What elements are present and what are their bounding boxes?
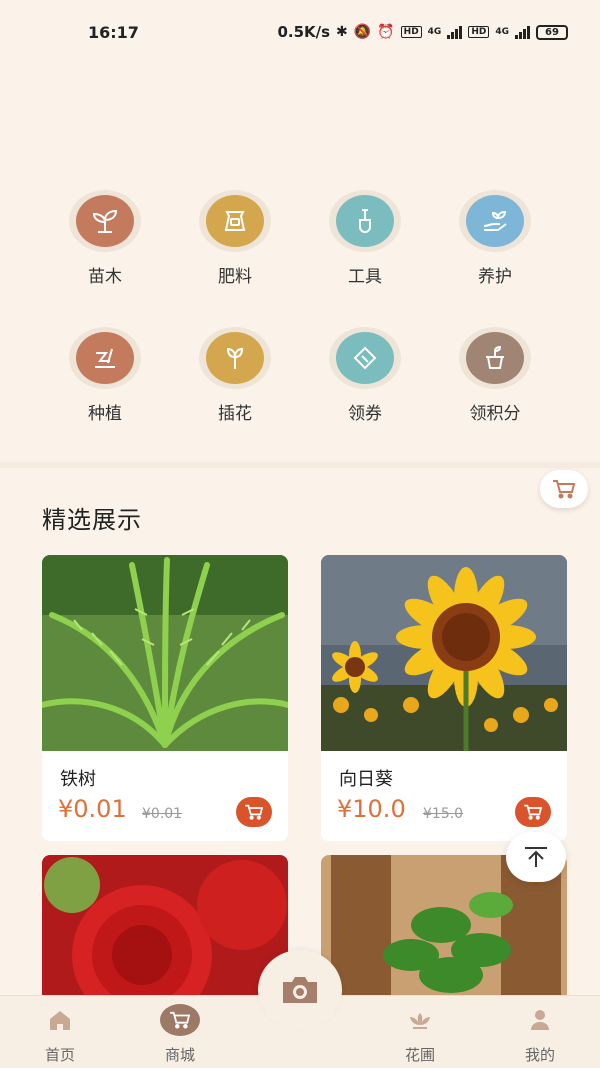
category-seedlings[interactable]: 苗木	[40, 190, 170, 287]
cart-icon	[553, 480, 576, 499]
product-image-cycad	[42, 555, 288, 751]
bluetooth-icon: ✱	[336, 24, 348, 40]
product-name: 铁树	[60, 769, 96, 790]
tab-mine[interactable]: 我的	[500, 1004, 580, 1065]
lotus-icon	[410, 1013, 430, 1029]
category-label: 养护	[478, 267, 512, 287]
add-to-cart-button[interactable]	[515, 797, 551, 827]
category-care[interactable]: 养护	[430, 190, 560, 287]
status-bar: 16:17 0.5K/s ✱ 🔕 ⏰ HD 4G HD 4G 69	[0, 0, 600, 64]
category-points[interactable]: 领积分	[430, 327, 560, 424]
product-price: ¥0.01	[58, 795, 127, 823]
pot-icon	[466, 332, 524, 384]
product-card[interactable]: 铁树 ¥0.01 ¥0.01	[42, 555, 288, 841]
seedling-icon	[76, 195, 134, 247]
hd-badge-2: HD	[468, 26, 490, 38]
signal-icon	[447, 25, 463, 39]
section-title: 精选展示	[42, 506, 142, 534]
back-to-top-button[interactable]	[506, 832, 566, 882]
category-grid: 苗木 肥料 工具 养护 种植 插花 领券 领积分	[40, 190, 560, 424]
product-price: ¥10.0	[337, 795, 406, 823]
fertilizer-bag-icon	[206, 195, 264, 247]
signal-icon-2	[515, 25, 530, 39]
tab-label: 花圃	[404, 1046, 435, 1064]
user-icon	[531, 1010, 549, 1030]
category-tools[interactable]: 工具	[300, 190, 430, 287]
mute-icon: 🔕	[353, 24, 372, 40]
camera-button[interactable]	[258, 950, 342, 1030]
category-label: 肥料	[218, 267, 252, 287]
tab-label: 首页	[44, 1046, 75, 1064]
category-coupons[interactable]: 领券	[300, 327, 430, 424]
category-label: 领券	[348, 404, 382, 424]
category-label: 插花	[218, 404, 252, 424]
tab-home[interactable]: 首页	[20, 1004, 100, 1065]
section-divider	[0, 462, 600, 468]
status-time: 16:17	[88, 22, 139, 42]
category-fertilizer[interactable]: 肥料	[170, 190, 300, 287]
product-name: 向日葵	[339, 769, 393, 790]
product-original-price: ¥15.0	[423, 806, 464, 822]
planting-icon	[76, 332, 134, 384]
product-image-rose	[42, 855, 288, 995]
home-icon	[50, 1011, 70, 1030]
battery-icon: 69	[536, 24, 568, 40]
cart-icon	[170, 1011, 191, 1029]
category-label: 种植	[88, 404, 122, 424]
category-label: 领积分	[469, 404, 521, 424]
status-icons: 0.5K/s ✱ 🔕 ⏰ HD 4G HD 4G 69	[277, 23, 568, 41]
alarm-icon: ⏰	[377, 24, 395, 40]
category-label: 工具	[348, 267, 382, 287]
network-type: 4G	[427, 27, 442, 37]
category-label: 苗木	[88, 267, 122, 287]
floating-cart-button[interactable]	[540, 470, 588, 508]
tab-label: 我的	[524, 1046, 555, 1064]
hand-plant-icon	[466, 195, 524, 247]
cart-icon	[524, 804, 543, 820]
tab-garden[interactable]: 花圃	[380, 1004, 460, 1065]
category-planting[interactable]: 种植	[40, 327, 170, 424]
product-original-price: ¥0.01	[142, 806, 183, 822]
coupon-icon	[336, 332, 394, 384]
add-to-cart-button[interactable]	[236, 797, 272, 827]
flower-bud-icon	[206, 332, 264, 384]
tab-label: 商城	[164, 1046, 195, 1064]
network-type-2: 4G	[495, 27, 509, 37]
hd-badge: HD	[400, 26, 422, 38]
shovel-icon	[336, 195, 394, 247]
product-card[interactable]	[42, 855, 288, 995]
product-card[interactable]: 向日葵 ¥10.0 ¥15.0	[321, 555, 567, 841]
arrow-up-icon	[525, 847, 547, 867]
category-flower-arranging[interactable]: 插花	[170, 327, 300, 424]
cart-icon	[245, 804, 264, 820]
tab-mall[interactable]: 商城	[140, 1004, 220, 1065]
camera-icon	[283, 977, 317, 1003]
net-speed: 0.5K/s	[277, 23, 331, 41]
product-image-sunflower	[321, 555, 567, 751]
